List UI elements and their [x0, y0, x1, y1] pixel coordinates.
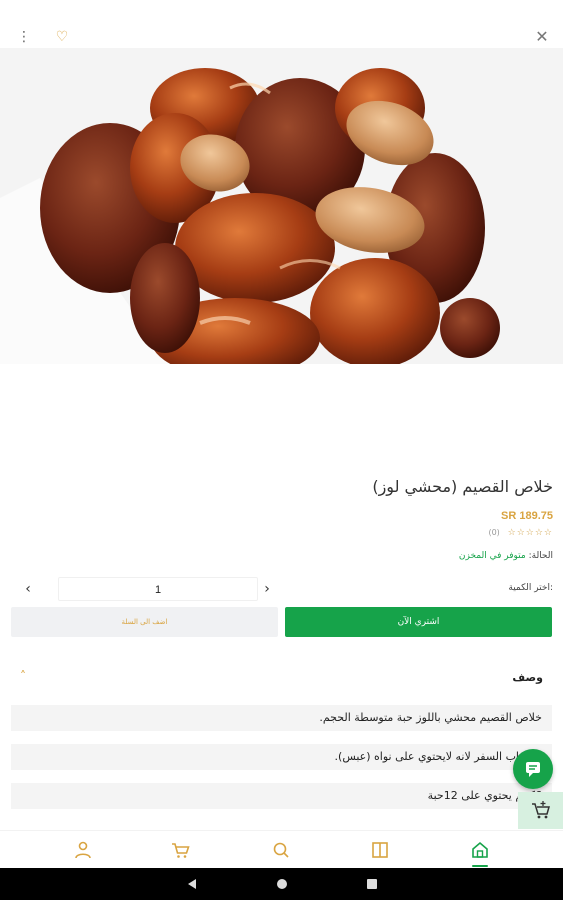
back-icon[interactable] — [184, 876, 200, 892]
close-icon[interactable]: ✕ — [533, 28, 551, 46]
quantity-label: اختر الكمية: — [508, 583, 553, 593]
bottom-navigation — [0, 830, 563, 868]
chevron-left-icon[interactable]: ‹ — [20, 579, 36, 599]
stock-status: الحالة: متوفر في المخزن — [459, 551, 553, 561]
description-line: خلاص القصيم محشي باللوز حبة متوسطة الحجم… — [11, 705, 552, 731]
product-title: خلاص القصيم (محشي لوز) — [372, 477, 553, 496]
chevron-up-icon: ˄ — [20, 669, 26, 683]
quantity-stepper: ‹ 1 › — [16, 577, 281, 601]
book-icon[interactable] — [369, 839, 391, 861]
description-header[interactable]: ˄ وصف — [0, 665, 563, 695]
chevron-right-icon[interactable]: › — [259, 579, 275, 599]
description-line: لأصحاب السفر لانه لايحتوي على نواه (عبس)… — [11, 744, 552, 770]
heart-icon[interactable]: ♡ — [53, 28, 71, 46]
account-icon[interactable] — [72, 839, 94, 861]
recents-icon[interactable] — [364, 876, 380, 892]
floating-cart-button[interactable] — [518, 792, 563, 829]
add-to-cart-button[interactable]: اضف الى السلة — [11, 607, 278, 637]
buy-now-button[interactable]: اشتري الآن — [285, 607, 552, 637]
search-icon[interactable] — [270, 839, 292, 861]
product-price: SR 189.75 — [501, 510, 553, 522]
cart-icon[interactable] — [169, 839, 191, 861]
description-line: 6كجم يحتوي على 12حبة — [11, 783, 552, 809]
review-count: (0) — [488, 528, 500, 537]
rating-stars: ☆☆☆☆☆ — [507, 528, 553, 538]
home-icon[interactable] — [469, 839, 491, 867]
chat-button[interactable] — [513, 749, 553, 789]
home-system-icon[interactable] — [274, 876, 290, 892]
stock-label: الحالة: — [528, 551, 553, 561]
more-vert-icon[interactable]: ⋮ — [17, 28, 31, 46]
cart-plus-icon — [532, 801, 550, 819]
rating: ☆☆☆☆☆ (0) — [488, 528, 553, 538]
quantity-input[interactable]: 1 — [58, 577, 258, 601]
system-navigation-bar — [0, 868, 563, 900]
stock-value: متوفر في المخزن — [458, 551, 526, 561]
product-image — [0, 48, 563, 364]
description-title: وصف — [512, 671, 543, 684]
chat-icon — [526, 762, 540, 777]
